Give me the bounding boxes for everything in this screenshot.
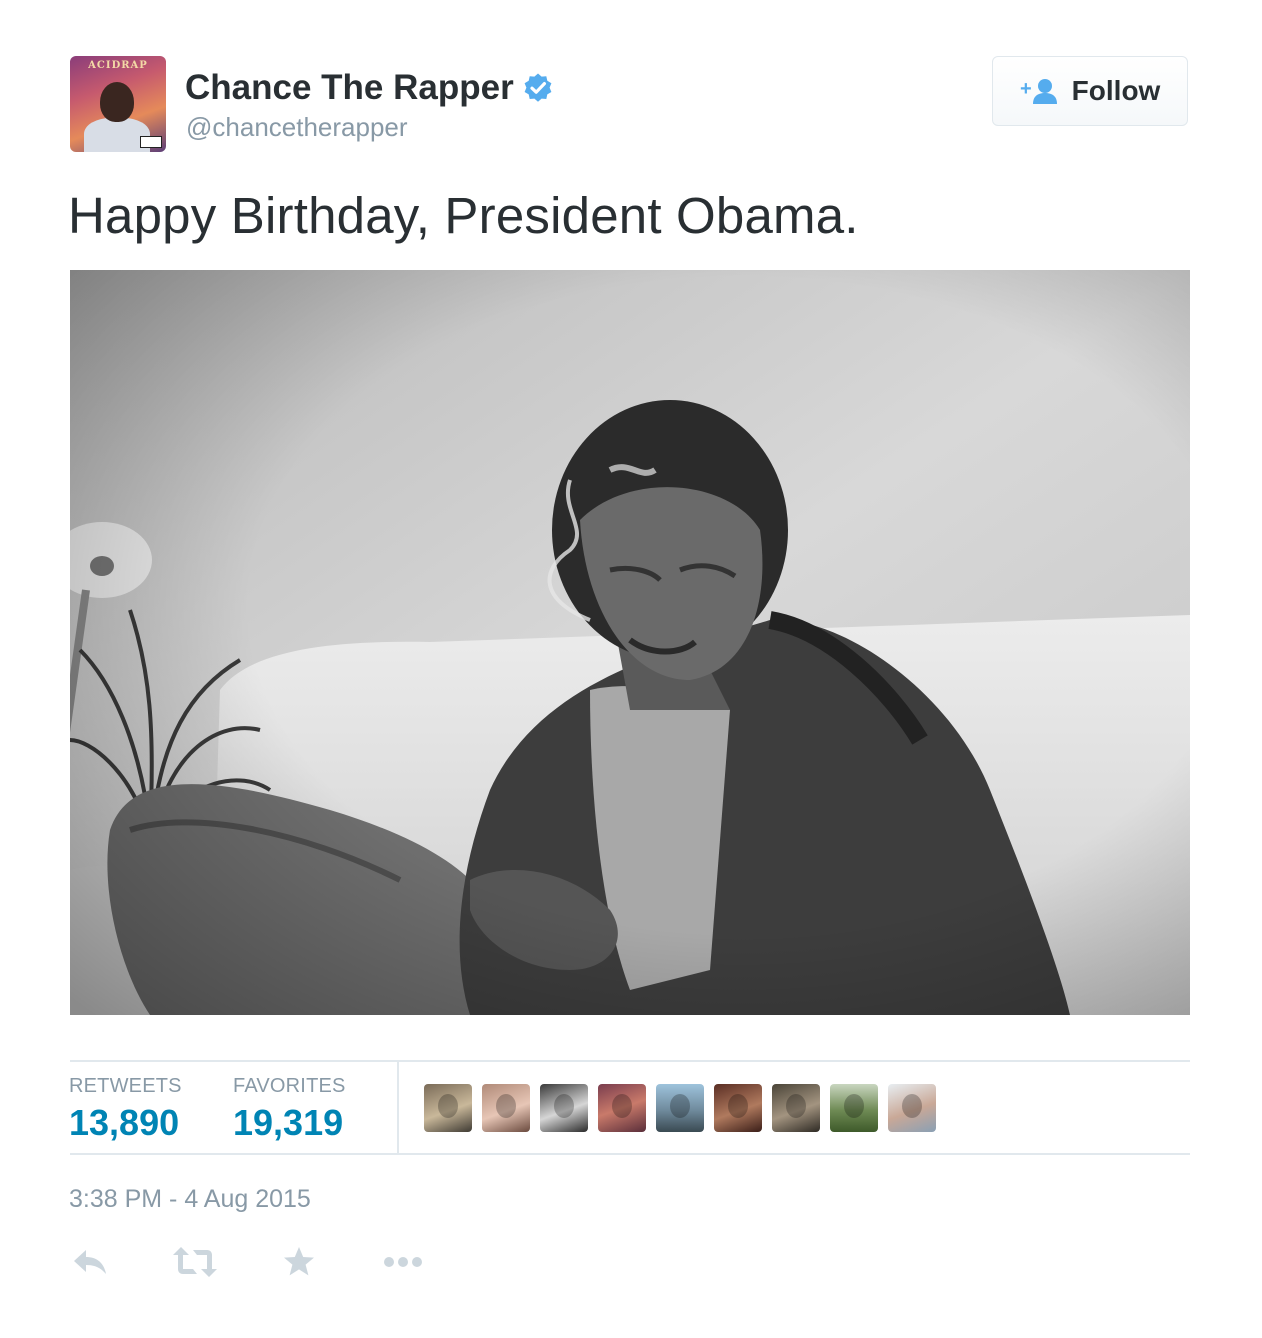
author-display-name[interactable]: Chance The Rapper <box>185 68 514 108</box>
retweet-button[interactable] <box>172 1242 218 1282</box>
retweets-label[interactable]: RETWEETS <box>69 1075 182 1098</box>
reply-button[interactable] <box>70 1242 110 1282</box>
tweet-timestamp[interactable]: 3:38 PM - 4 Aug 2015 <box>69 1185 311 1214</box>
favorites-count[interactable]: 19,319 <box>233 1102 343 1144</box>
favoriter-avatar[interactable] <box>772 1084 820 1132</box>
favorite-button[interactable] <box>281 1242 317 1282</box>
avatar-advisory-sticker <box>140 136 162 148</box>
svg-text:+: + <box>1020 78 1032 100</box>
tweet-photo-image <box>70 270 1190 1015</box>
follow-button-label: Follow <box>1071 75 1161 106</box>
avatar-figure-head <box>100 82 134 122</box>
retweets-count[interactable]: 13,890 <box>69 1102 179 1144</box>
retweet-icon <box>173 1247 217 1277</box>
favoriter-avatar[interactable] <box>424 1084 472 1132</box>
favoriter-avatar[interactable] <box>830 1084 878 1132</box>
favorites-label[interactable]: FAVORITES <box>233 1075 346 1098</box>
favoriter-avatar[interactable] <box>598 1084 646 1132</box>
tweet-text: Happy Birthday, President Obama. <box>68 187 859 244</box>
stats-divider-bottom <box>70 1153 1190 1155</box>
stats-divider-vertical <box>397 1062 399 1153</box>
author-display-name-row[interactable]: Chance The Rapper <box>185 68 554 108</box>
stats-divider-top <box>70 1060 1190 1062</box>
reply-icon <box>74 1250 106 1274</box>
more-dots-icon <box>384 1257 422 1267</box>
favoriter-avatar[interactable] <box>540 1084 588 1132</box>
star-icon <box>284 1247 314 1276</box>
verified-badge-icon <box>524 73 552 102</box>
avatar-album-text: ACIDRAP <box>88 60 148 71</box>
favoriter-avatar[interactable] <box>888 1084 936 1132</box>
tweet-photo[interactable] <box>70 270 1190 1015</box>
favoriter-avatar[interactable] <box>482 1084 530 1132</box>
favoriters-avatars <box>424 1084 936 1132</box>
favoriter-avatar[interactable] <box>714 1084 762 1132</box>
add-user-icon: + <box>1020 78 1057 104</box>
author-avatar[interactable]: ACIDRAP <box>70 56 166 152</box>
favoriter-avatar[interactable] <box>656 1084 704 1132</box>
follow-button[interactable]: + Follow <box>992 56 1188 126</box>
more-button[interactable] <box>382 1242 424 1282</box>
author-handle[interactable]: @chancetherapper <box>186 112 408 143</box>
